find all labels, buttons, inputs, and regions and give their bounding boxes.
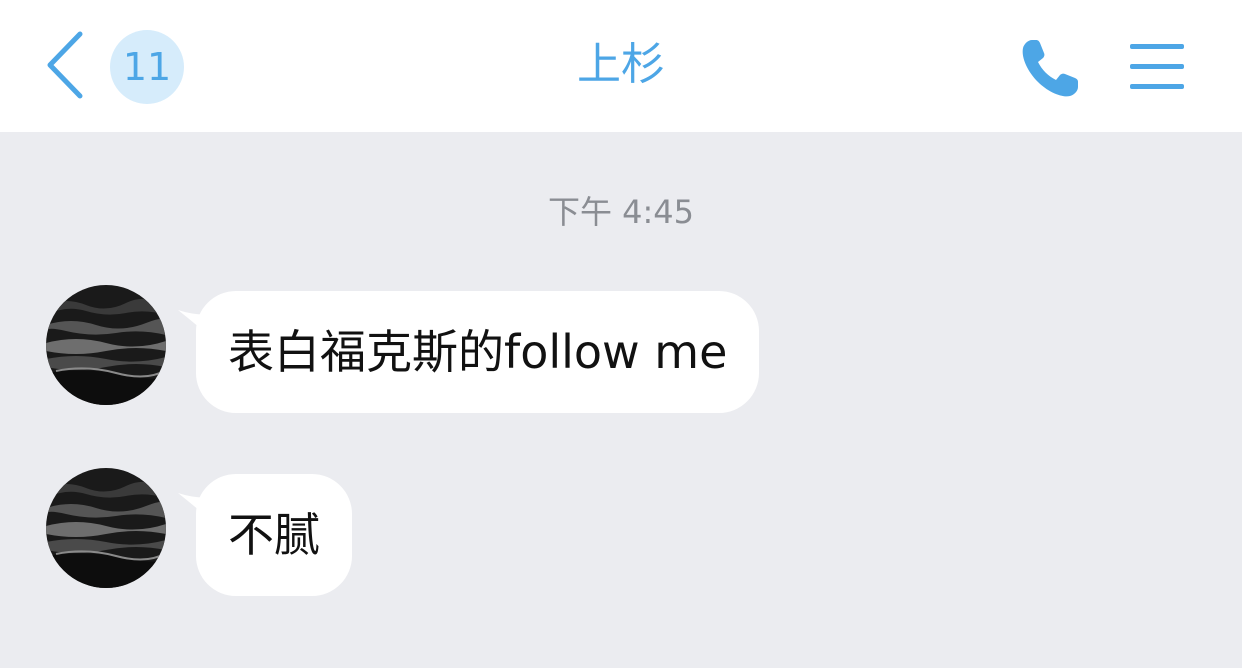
call-button[interactable] [1018,36,1082,100]
message-text: 不腻 [228,508,320,562]
unread-count-badge[interactable]: 11 [110,30,184,104]
chat-title: 上杉 [577,39,665,90]
contact-avatar[interactable] [46,285,166,405]
hamburger-menu-icon [1130,44,1184,89]
chevron-left-icon [47,31,83,99]
back-button[interactable] [40,28,92,102]
message-bubble[interactable]: 表白福克斯的follow me [196,291,760,413]
contact-avatar[interactable] [46,468,166,588]
menu-button[interactable] [1128,40,1186,94]
message-timestamp: 下午 4:45 [547,193,695,231]
phone-icon [1022,40,1078,97]
message-bubble[interactable]: 不腻 [196,474,352,596]
chat-header: 11 上杉 [0,0,1242,132]
message-text: 表白福克斯的follow me [228,325,728,379]
